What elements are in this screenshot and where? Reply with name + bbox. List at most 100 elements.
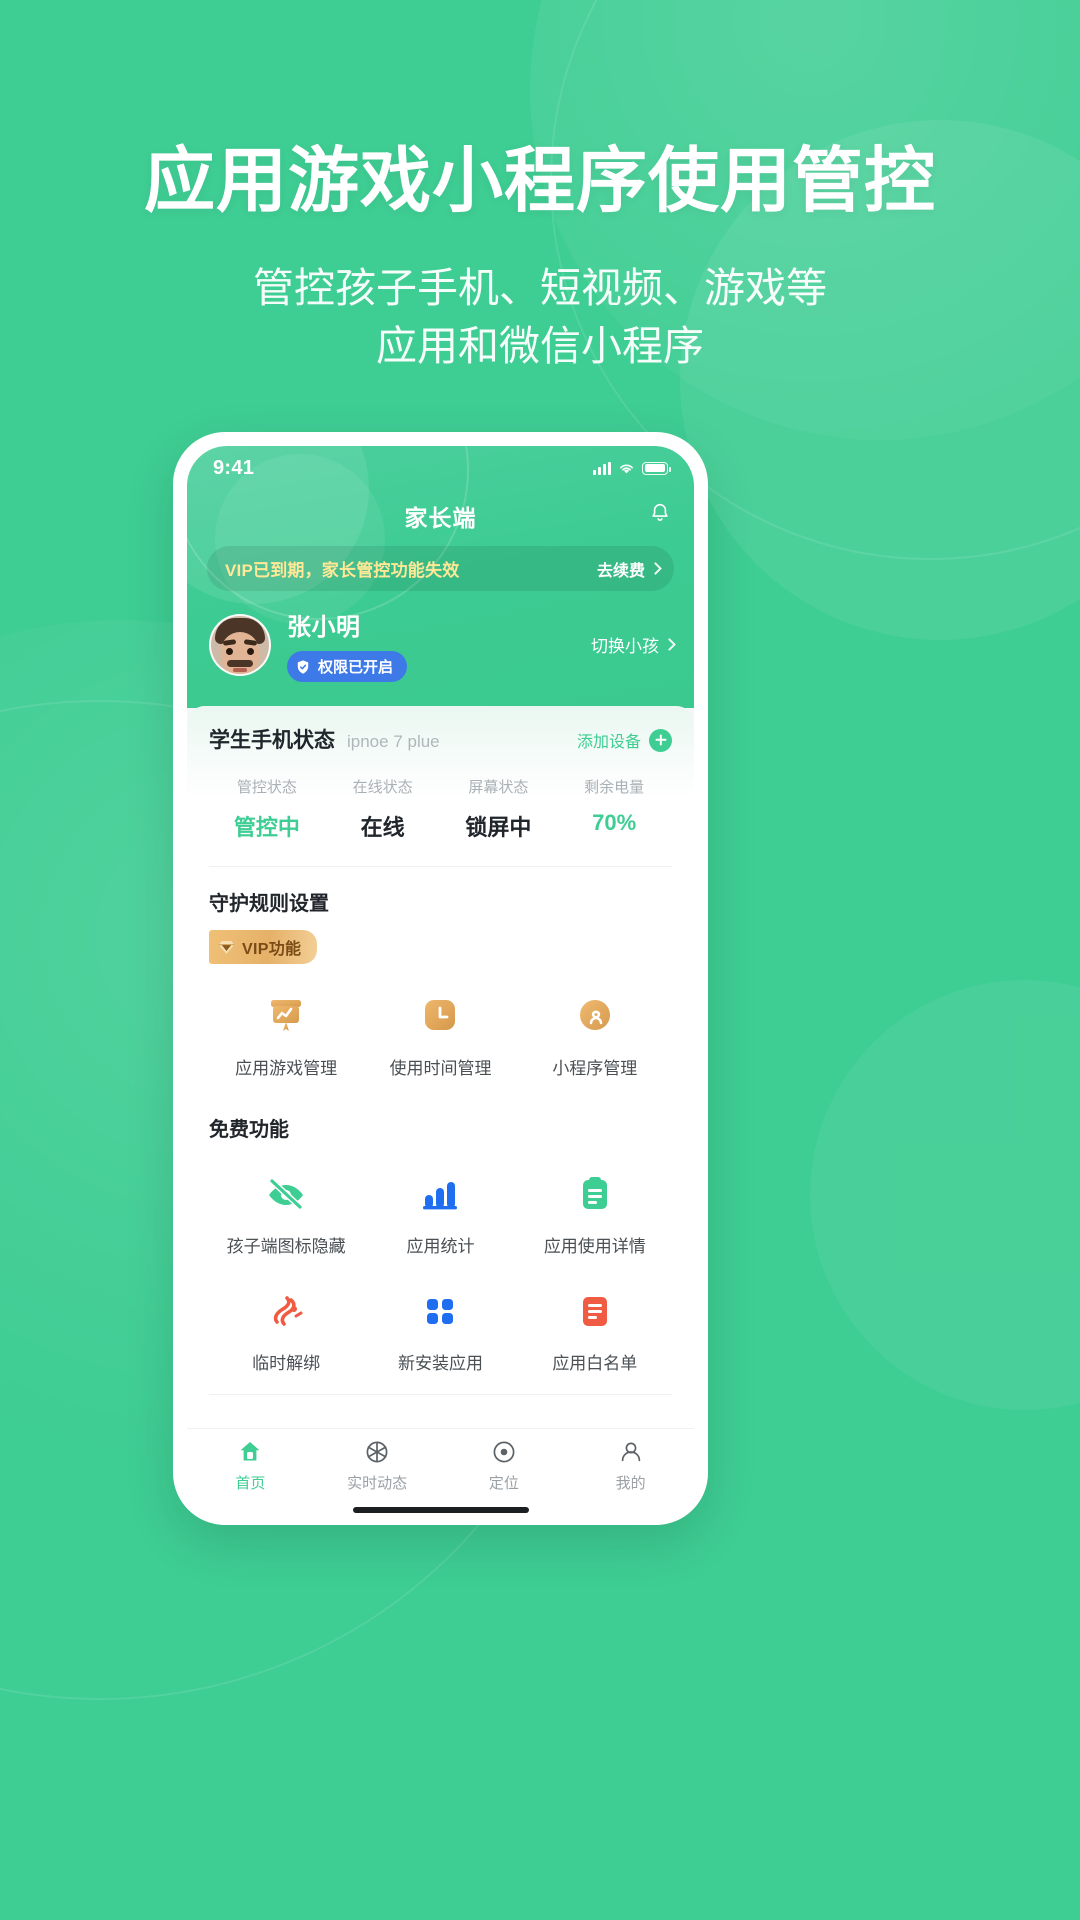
status-value: 70% bbox=[592, 810, 637, 835]
status-bar-indicators bbox=[593, 461, 671, 475]
status-bar: 9:41 bbox=[187, 446, 694, 490]
add-device-button[interactable]: 添加设备 bbox=[577, 728, 672, 752]
status-label: 管控状态 bbox=[236, 779, 297, 796]
vip-feature-tag: VIP功能 bbox=[209, 930, 318, 964]
background-blob-bottom-right bbox=[810, 980, 1080, 1410]
clock-icon bbox=[414, 990, 466, 1042]
hero-subtitle: 管控孩子手机、短视频、游戏等 应用和微信小程序 bbox=[0, 259, 1080, 375]
feature-label: 小程序管理 bbox=[552, 1059, 638, 1078]
feature-newly-installed-apps[interactable]: 新安装应用 bbox=[363, 1275, 517, 1388]
feature-label: 应用游戏管理 bbox=[235, 1059, 338, 1078]
add-device-label: 添加设备 bbox=[576, 734, 641, 751]
feature-app-statistics[interactable]: 应用统计 bbox=[363, 1158, 517, 1271]
tab-label: 定位 bbox=[488, 1475, 519, 1492]
vip-expired-banner[interactable]: VIP已到期，家长管控功能失效 去续费 bbox=[207, 546, 674, 591]
feature-temporary-unbind[interactable]: 临时解绑 bbox=[209, 1275, 363, 1388]
tab-profile[interactable]: 我的 bbox=[567, 1438, 694, 1493]
tab-home[interactable]: 首页 bbox=[187, 1438, 314, 1493]
plus-circle-icon bbox=[649, 728, 672, 752]
phone-screen: 9:41 家长端 VIP已到期，家长管控功能失效 去续费 张小明 权限已开启 切… bbox=[187, 446, 694, 1525]
status-value: 管控中 bbox=[233, 815, 300, 840]
avatar-mouth bbox=[233, 667, 247, 672]
status-value: 在线 bbox=[360, 815, 405, 840]
guard-rules-section: 守护规则设置 VIP功能 应用游戏管理 使用时间管理 小程序管理 bbox=[187, 867, 694, 1093]
status-label: 剩余电量 bbox=[584, 779, 645, 796]
child-name: 张小明 bbox=[287, 614, 361, 641]
home-indicator-area bbox=[187, 1497, 694, 1525]
feature-label: 应用使用详情 bbox=[543, 1237, 646, 1256]
feature-hide-child-icon[interactable]: 孩子端图标隐藏 bbox=[209, 1158, 363, 1271]
guard-rules-grid: 应用游戏管理 使用时间管理 小程序管理 bbox=[209, 980, 672, 1093]
home-indicator-bar[interactable] bbox=[352, 1507, 529, 1513]
status-cell-screen: 屏幕状态 锁屏中 bbox=[441, 776, 557, 842]
feature-miniprogram-management[interactable]: 小程序管理 bbox=[518, 980, 672, 1093]
app-game-board-icon bbox=[260, 990, 312, 1042]
feature-app-whitelist[interactable]: 应用白名单 bbox=[518, 1275, 672, 1388]
status-cell-online: 在线状态 在线 bbox=[325, 776, 441, 842]
bottom-tab-bar: 首页 实时动态 定位 我的 bbox=[187, 1428, 694, 1497]
hero-subtitle-line-2: 应用和微信小程序 bbox=[376, 323, 704, 370]
page-title: 家长端 bbox=[404, 505, 477, 531]
device-status-grid: 管控状态 管控中 在线状态 在线 屏幕状态 锁屏中 剩余电量 70% bbox=[209, 754, 672, 867]
bar-chart-icon bbox=[414, 1168, 466, 1220]
feature-app-usage-detail[interactable]: 应用使用详情 bbox=[518, 1158, 672, 1271]
app-header: 9:41 家长端 VIP已到期，家长管控功能失效 去续费 张小明 权限已开启 切… bbox=[187, 446, 694, 708]
status-cell-battery: 剩余电量 70% bbox=[556, 776, 672, 842]
feature-label: 使用时间管理 bbox=[389, 1059, 492, 1078]
status-label: 在线状态 bbox=[352, 779, 413, 796]
switch-child-label: 切换小孩 bbox=[591, 637, 659, 656]
avatar-face bbox=[211, 616, 269, 674]
vip-banner-message: VIP已到期，家长管控功能失效 bbox=[225, 561, 460, 580]
avatar[interactable] bbox=[209, 613, 271, 676]
permission-status-badge[interactable]: 权限已开启 bbox=[287, 651, 408, 682]
child-profile-info: 张小明 权限已开启 bbox=[287, 607, 591, 682]
aperture-icon bbox=[363, 1438, 391, 1466]
user-profile-icon bbox=[617, 1438, 645, 1466]
feature-label: 应用白名单 bbox=[552, 1354, 638, 1373]
hero-section: 应用游戏小程序使用管控 管控孩子手机、短视频、游戏等 应用和微信小程序 bbox=[0, 0, 1080, 376]
shield-check-icon bbox=[297, 659, 309, 674]
tab-location[interactable]: 定位 bbox=[441, 1438, 568, 1493]
hero-subtitle-line-1: 管控孩子手机、短视频、游戏等 bbox=[253, 265, 827, 312]
phone-mockup: 9:41 家长端 VIP已到期，家长管控功能失效 去续费 张小明 权限已开启 切… bbox=[173, 432, 708, 1525]
tab-live-activity[interactable]: 实时动态 bbox=[314, 1438, 441, 1493]
free-features-section: 免费功能 孩子端图标隐藏 应用统计 应用使用详情 临时解绑 新安装应用 应用白名… bbox=[187, 1093, 694, 1388]
feature-usage-time-management[interactable]: 使用时间管理 bbox=[363, 980, 517, 1093]
battery-full-icon bbox=[642, 461, 671, 475]
status-value: 锁屏中 bbox=[465, 815, 532, 840]
clipboard-icon bbox=[569, 1168, 621, 1220]
device-model-label: ipnoe 7 plue bbox=[347, 732, 440, 751]
notification-bell-icon[interactable] bbox=[648, 502, 672, 531]
avatar-eye-left bbox=[226, 647, 233, 655]
renew-button[interactable]: 去续费 bbox=[597, 557, 645, 581]
free-features-title: 免费功能 bbox=[209, 1119, 289, 1141]
device-status-header: 学生手机状态 ipnoe 7 plue 添加设备 bbox=[209, 724, 672, 754]
cellular-signal-icon bbox=[593, 461, 611, 475]
main-content: 学生手机状态 ipnoe 7 plue 添加设备 管控状态 管控中 在线状态 在… bbox=[187, 706, 694, 1428]
unbind-icon bbox=[260, 1285, 312, 1337]
feature-label: 应用统计 bbox=[406, 1237, 475, 1256]
status-label: 屏幕状态 bbox=[468, 779, 529, 796]
device-status-title: 学生手机状态 bbox=[209, 729, 335, 752]
chevron-right-icon bbox=[649, 562, 662, 575]
tab-label: 首页 bbox=[235, 1475, 266, 1492]
content-divider bbox=[209, 1394, 672, 1395]
vip-feature-tag-label: VIP功能 bbox=[242, 941, 302, 958]
diamond-icon bbox=[218, 940, 235, 954]
miniprogram-icon bbox=[569, 990, 621, 1042]
home-icon bbox=[236, 1438, 264, 1466]
grid-dots-icon bbox=[414, 1285, 466, 1337]
switch-child-button[interactable]: 切换小孩 bbox=[591, 632, 676, 657]
chevron-right-icon bbox=[663, 638, 676, 651]
location-target-icon bbox=[490, 1438, 518, 1466]
wifi-icon bbox=[620, 463, 633, 473]
feature-app-game-management[interactable]: 应用游戏管理 bbox=[209, 980, 363, 1093]
eye-off-icon bbox=[260, 1168, 312, 1220]
list-document-icon bbox=[569, 1285, 621, 1337]
child-profile-row[interactable]: 张小明 权限已开启 切换小孩 bbox=[187, 591, 694, 700]
free-features-grid: 孩子端图标隐藏 应用统计 应用使用详情 临时解绑 新安装应用 应用白名单 bbox=[209, 1158, 672, 1388]
permission-badge-label: 权限已开启 bbox=[318, 659, 394, 676]
feature-label: 新安装应用 bbox=[397, 1354, 483, 1373]
status-cell-control: 管控状态 管控中 bbox=[209, 776, 325, 842]
tab-label: 实时动态 bbox=[347, 1475, 408, 1492]
